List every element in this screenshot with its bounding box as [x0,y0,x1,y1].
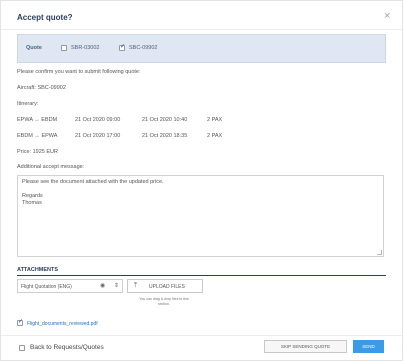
back-to-requests-checkbox[interactable] [19,345,25,351]
leg-departure: 21 Oct 2020 09:00 [75,117,121,123]
upload-files-button[interactable]: ⤒ UPLOAD FILES [127,279,203,293]
dialog-title: Accept quote? [17,13,73,22]
attachment-template-select[interactable]: Flight Quotation (ENG) ◉ ⇕ [17,279,123,293]
upload-files-label: UPLOAD FILES [149,284,185,290]
price-text: Price: 1925 EUR [17,149,58,155]
attachment-template-value: Flight Quotation (ENG) [21,284,72,290]
quote-option-1-checkbox[interactable] [61,45,67,51]
leg-departure: 21 Oct 2020 17:00 [75,133,121,139]
send-button[interactable]: SEND [353,340,384,353]
confirm-text: Please confirm you want to submit follow… [17,69,141,75]
leg-pax: 2 PAX [207,117,223,123]
quote-option-1-label[interactable]: SBR-03002 [71,45,99,51]
eye-icon[interactable]: ◉ [100,282,105,289]
aircraft-text: Aircraft: SBC-09902 [17,85,66,91]
attachment-file-checkbox[interactable] [17,318,23,326]
footer-divider [1,335,403,336]
resize-handle[interactable] [377,250,382,255]
leg-pax: 2 PAX [207,133,223,139]
attachment-file-link[interactable]: Flight_documents_reviewed.pdf [27,321,98,327]
quote-option-2-label[interactable]: SBC-09902 [129,45,157,51]
accept-message-textarea[interactable]: Please see the document attached with th… [17,175,384,257]
leg-arrival: 21 Oct 2020 10:40 [142,117,188,123]
quote-selector: Quote SBR-03002 SBC-09902 [17,34,386,63]
quote-label: Quote [26,45,42,51]
close-icon[interactable]: × [384,11,390,22]
upload-hint: You can drag & drop files to this sectio… [139,297,189,306]
leg-route: EBDM → EPWA [17,133,58,139]
accept-quote-dialog: Accept quote? × Quote SBR-03002 SBC-0990… [0,0,403,361]
attachments-divider [17,275,386,276]
itinerary-label: Itinerary: [17,101,39,107]
back-to-requests-label[interactable]: Back to Requests/Quotes [30,344,104,351]
header-divider [1,29,403,30]
quote-option-2-checkbox[interactable] [119,43,125,51]
upload-icon: ⤒ [134,282,138,289]
leg-route: EPWA → EBDM [17,117,58,123]
chevron-updown-icon: ⇕ [114,283,120,289]
leg-arrival: 21 Oct 2020 18:35 [142,133,188,139]
attachments-heading: ATTACHMENTS [17,267,59,273]
message-label: Additional accept message: [17,164,85,170]
skip-sending-quote-button[interactable]: SKIP SENDING QUOTE [264,340,347,353]
